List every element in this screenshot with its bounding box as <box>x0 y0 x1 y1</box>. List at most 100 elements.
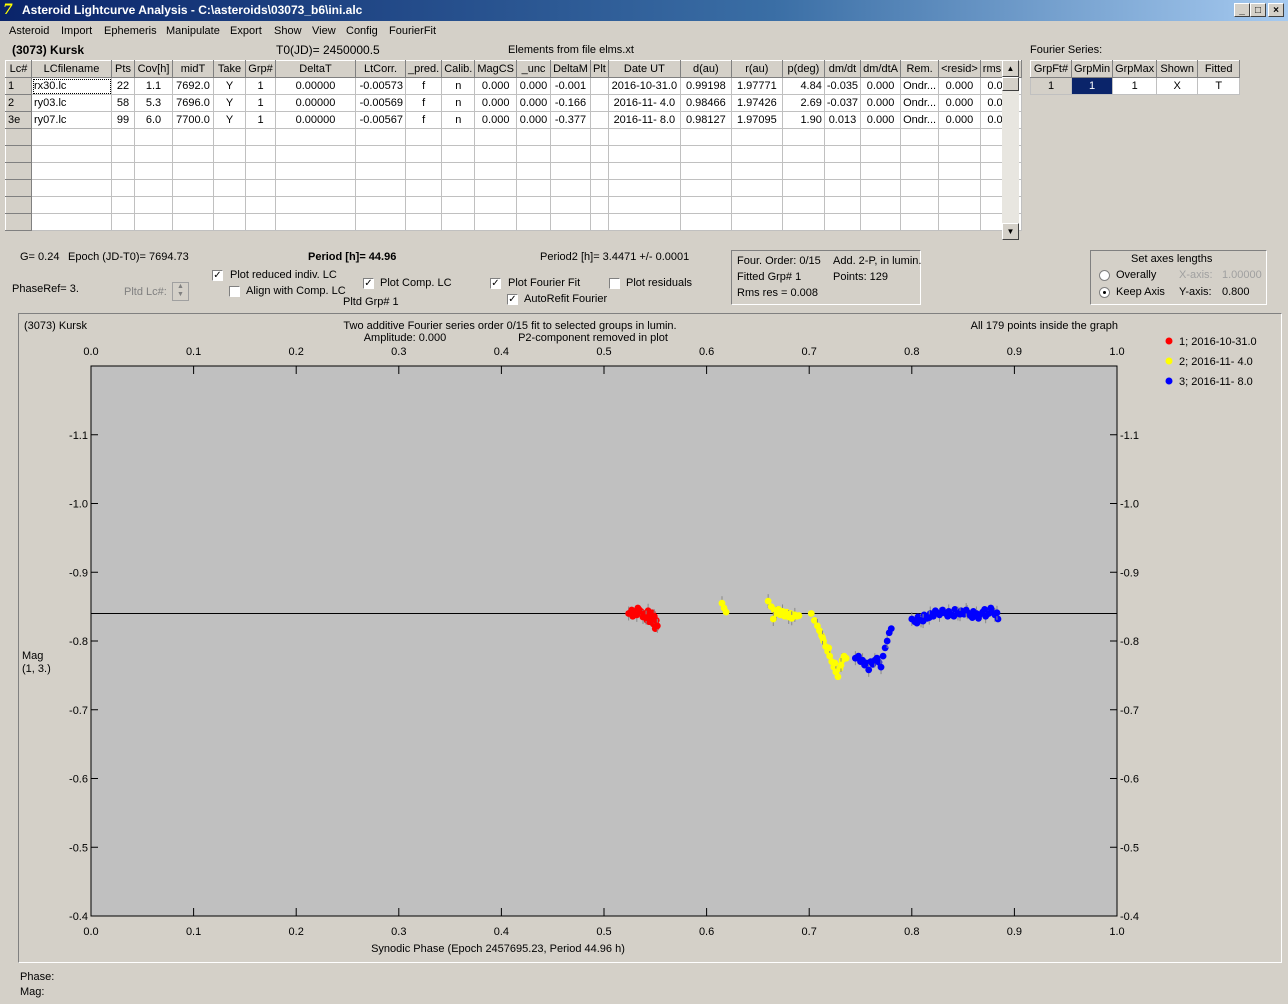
table-cell[interactable] <box>213 145 246 163</box>
table-cell[interactable] <box>900 179 940 197</box>
table-cell[interactable] <box>275 162 356 180</box>
table-cell[interactable] <box>781 128 825 146</box>
table-cell[interactable] <box>679 213 732 231</box>
table-cell[interactable] <box>111 128 135 146</box>
col-header[interactable]: <resid> <box>938 60 981 78</box>
table-cell[interactable] <box>860 145 902 163</box>
table-cell[interactable]: 0.98127 <box>679 111 732 129</box>
table-cell[interactable]: 2.69 <box>781 94 825 112</box>
table-cell[interactable] <box>31 162 112 180</box>
table-cell[interactable] <box>213 128 246 146</box>
table-cell[interactable] <box>213 196 246 214</box>
table-cell[interactable] <box>111 196 135 214</box>
keep-axis-radio[interactable] <box>1099 287 1110 298</box>
table-cell[interactable] <box>355 128 406 146</box>
table-cell[interactable] <box>900 162 940 180</box>
col-header[interactable]: p(deg) <box>781 60 825 78</box>
table-cell[interactable] <box>781 213 825 231</box>
table-cell[interactable] <box>172 213 214 231</box>
scroll-down-icon[interactable]: ▼ <box>1002 223 1019 240</box>
table-cell[interactable] <box>355 213 406 231</box>
table-cell[interactable] <box>550 145 592 163</box>
table-cell[interactable] <box>275 128 356 146</box>
table-cell[interactable] <box>550 162 592 180</box>
table-cell[interactable] <box>404 196 443 214</box>
table-cell[interactable] <box>938 179 981 197</box>
table-cell[interactable] <box>607 196 681 214</box>
table-cell[interactable]: 1.1 <box>134 77 173 95</box>
table-cell[interactable] <box>550 196 592 214</box>
table-cell[interactable]: 1 <box>245 111 276 129</box>
table-cell[interactable]: 0.000 <box>474 111 518 129</box>
table-cell[interactable] <box>134 213 173 231</box>
table-cell[interactable] <box>590 111 609 129</box>
table-cell[interactable] <box>275 213 356 231</box>
table-cell[interactable]: 0.98466 <box>679 94 732 112</box>
col-header[interactable]: DeltaT <box>275 60 356 78</box>
yaxis-value[interactable]: 0.800 <box>1222 286 1250 298</box>
table-cell[interactable] <box>245 179 276 197</box>
table-cell[interactable] <box>550 128 592 146</box>
table-cell[interactable]: 1.97771 <box>730 77 783 95</box>
col-header[interactable]: _unc <box>516 60 552 78</box>
table-cell[interactable] <box>31 179 112 197</box>
table-cell[interactable] <box>516 145 552 163</box>
table-cell[interactable] <box>31 145 112 163</box>
table-cell[interactable]: 2016-11- 8.0 <box>607 111 681 129</box>
menu-export[interactable]: Export <box>230 25 262 37</box>
table-cell[interactable] <box>275 196 356 214</box>
col-header[interactable]: Calib. <box>441 60 476 78</box>
table-cell[interactable] <box>590 94 609 112</box>
table-cell[interactable] <box>516 162 552 180</box>
table-cell[interactable] <box>860 213 902 231</box>
table-cell[interactable] <box>355 145 406 163</box>
table-cell[interactable] <box>679 128 732 146</box>
col-header[interactable]: Date UT <box>607 60 681 78</box>
table-cell[interactable]: 58 <box>111 94 135 112</box>
table-cell[interactable] <box>730 128 783 146</box>
menu-fourierfit[interactable]: FourierFit <box>389 25 436 37</box>
table-cell[interactable]: f <box>404 77 443 95</box>
table-cell[interactable] <box>111 145 135 163</box>
table-cell[interactable] <box>823 179 862 197</box>
table-cell[interactable]: 1.97095 <box>730 111 783 129</box>
table-cell[interactable] <box>474 128 518 146</box>
table-cell[interactable] <box>516 128 552 146</box>
table-cell[interactable]: 0.000 <box>860 77 902 95</box>
table-cell[interactable]: ry07.lc <box>31 111 112 129</box>
table-scrollbar[interactable]: ▲ ▼ <box>1002 60 1019 240</box>
lightcurve-plot[interactable]: (3073) Kursk Two additive Fourier series… <box>19 314 1281 962</box>
table-cell[interactable]: 0.000 <box>516 94 552 112</box>
table-cell[interactable] <box>172 179 214 197</box>
table-cell[interactable] <box>474 162 518 180</box>
col-header[interactable]: dm/dtA <box>860 60 902 78</box>
table-cell[interactable] <box>474 196 518 214</box>
table-cell[interactable] <box>441 162 476 180</box>
table-cell[interactable] <box>823 128 862 146</box>
table-cell[interactable] <box>860 196 902 214</box>
table-cell[interactable] <box>860 162 902 180</box>
col-header[interactable]: dm/dt <box>823 60 862 78</box>
row-header[interactable] <box>5 128 32 146</box>
table-cell[interactable] <box>781 196 825 214</box>
table-cell[interactable]: 4.84 <box>781 77 825 95</box>
table-cell[interactable] <box>404 179 443 197</box>
table-cell[interactable] <box>679 196 732 214</box>
table-cell[interactable] <box>172 128 214 146</box>
table-cell[interactable]: 1 <box>245 77 276 95</box>
table-cell[interactable] <box>900 196 940 214</box>
table-cell[interactable]: Y <box>213 77 246 95</box>
table-cell[interactable]: 99 <box>111 111 135 129</box>
table-cell[interactable] <box>730 145 783 163</box>
col-header[interactable]: LCfilename <box>31 60 112 78</box>
table-cell[interactable] <box>172 162 214 180</box>
col-header[interactable]: Cov[h] <box>134 60 173 78</box>
table-cell[interactable] <box>355 196 406 214</box>
table-cell[interactable] <box>607 162 681 180</box>
table-cell[interactable]: 22 <box>111 77 135 95</box>
table-cell[interactable] <box>607 179 681 197</box>
table-cell[interactable]: 0.99198 <box>679 77 732 95</box>
table-cell[interactable] <box>404 128 443 146</box>
table-cell[interactable]: -0.00567 <box>355 111 406 129</box>
col-header[interactable]: DeltaM <box>550 60 592 78</box>
